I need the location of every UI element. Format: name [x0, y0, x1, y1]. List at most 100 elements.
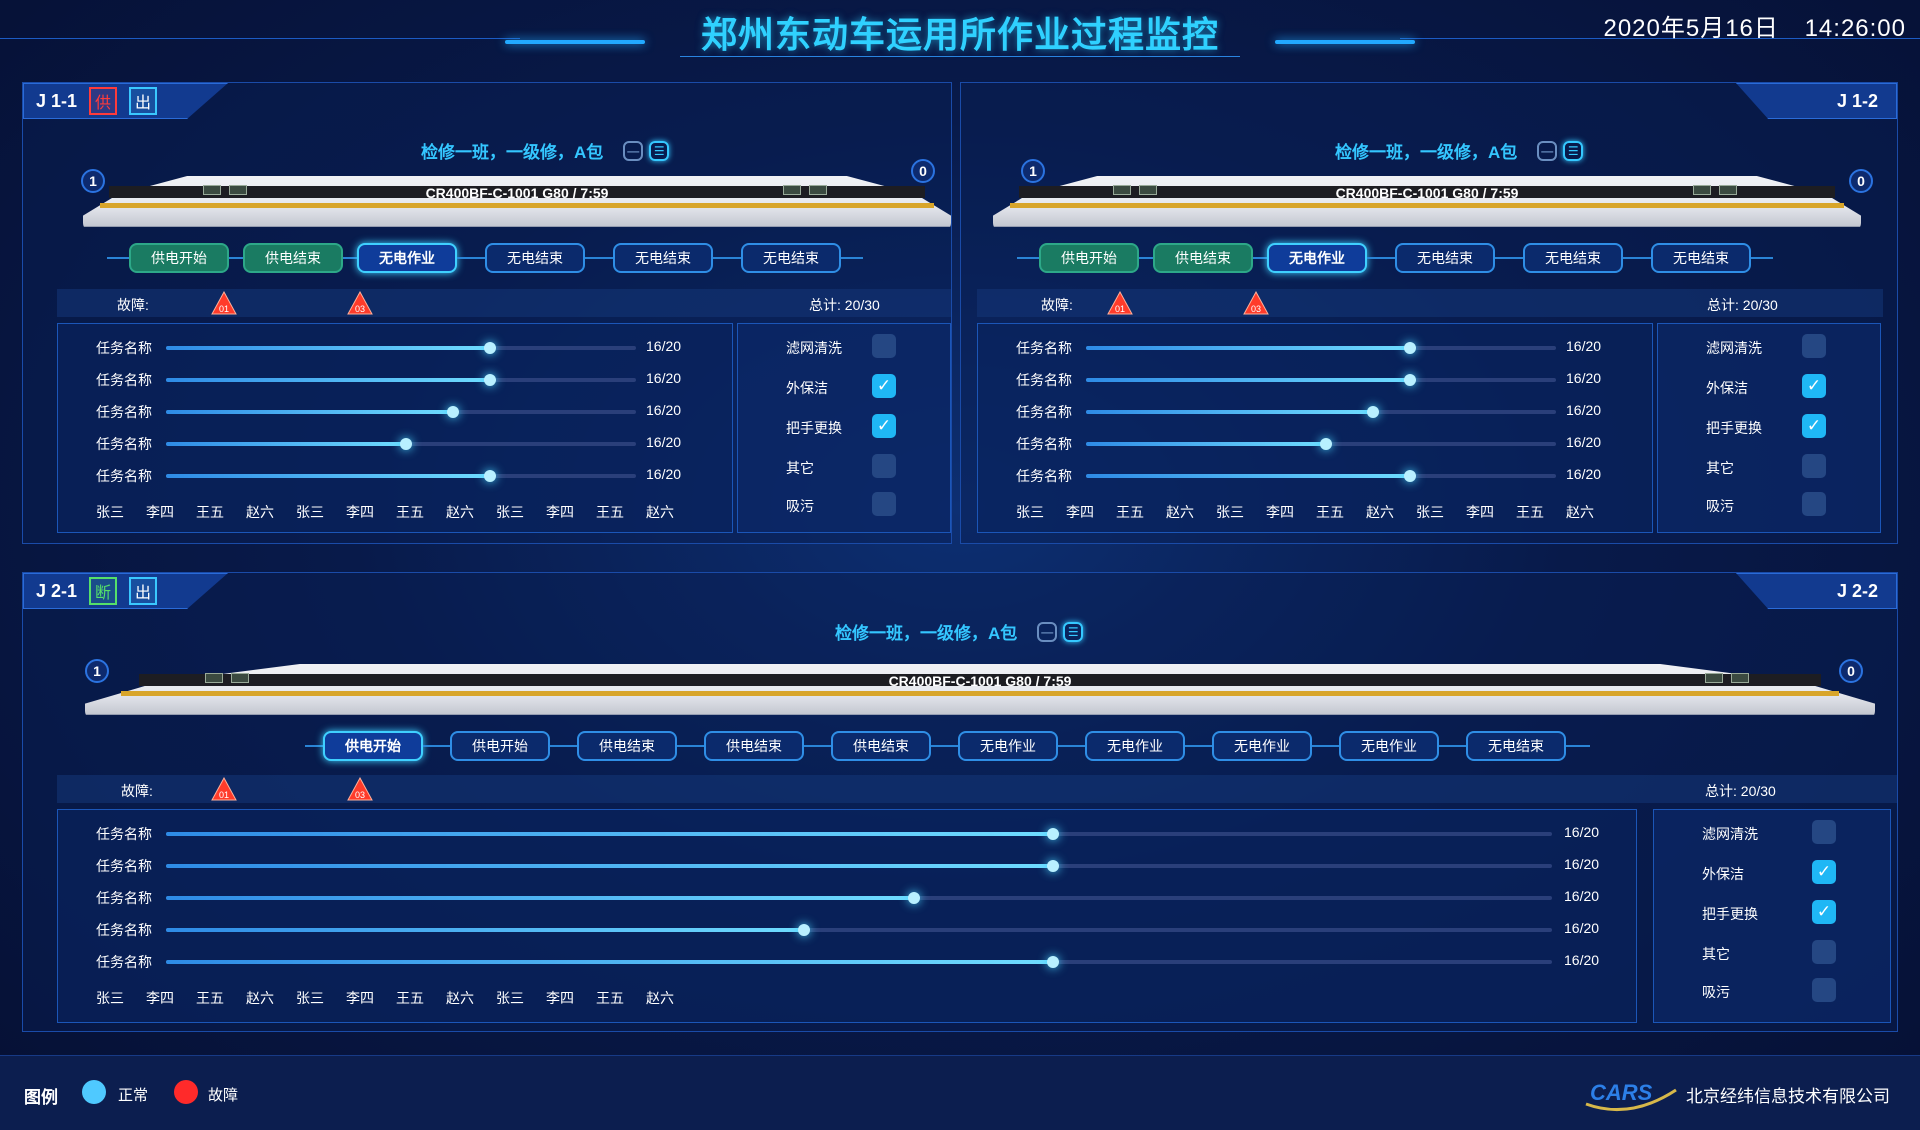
- fault-warning-icon[interactable]: 03: [347, 777, 373, 801]
- step-item[interactable]: 供电开始: [1039, 243, 1139, 273]
- task-name: 任务名称: [1016, 468, 1072, 484]
- task-progress-knob[interactable]: [1404, 374, 1417, 386]
- step-item[interactable]: 无电作业: [1212, 731, 1312, 761]
- checkbox[interactable]: [1812, 978, 1836, 1002]
- crew-toggle-on[interactable]: ☰: [649, 140, 670, 161]
- task-progress-track[interactable]: [166, 438, 636, 450]
- power-supply-tag[interactable]: 供: [89, 87, 118, 115]
- task-progress-track[interactable]: [1086, 342, 1556, 354]
- task-progress-track[interactable]: [166, 828, 1552, 840]
- task-progress-track[interactable]: [166, 470, 636, 482]
- checkbox[interactable]: [1812, 940, 1836, 964]
- step-item[interactable]: 无电作业: [1339, 731, 1439, 761]
- step-item[interactable]: 无电作业: [958, 731, 1058, 761]
- check-row: 滤网清洗: [738, 334, 950, 360]
- train-graphic[interactable]: CR400BF-C-1001 G80 / 7:59: [83, 171, 951, 233]
- task-progress-knob[interactable]: [446, 406, 459, 418]
- checkbox[interactable]: ✓: [1802, 374, 1826, 398]
- step-item[interactable]: 无电结束: [741, 243, 841, 273]
- checkbox[interactable]: [1802, 454, 1826, 478]
- step-item[interactable]: 供电结束: [243, 243, 343, 273]
- checkbox[interactable]: [872, 492, 896, 516]
- task-progress-knob[interactable]: [484, 342, 497, 354]
- step-connector: [1017, 257, 1039, 259]
- checkbox[interactable]: [872, 334, 896, 358]
- task-progress-knob[interactable]: [1047, 956, 1060, 968]
- fault-warning-icon[interactable]: 01: [1107, 291, 1133, 315]
- task-progress-track[interactable]: [166, 860, 1552, 872]
- train-body: [83, 175, 951, 227]
- fault-warning-icon[interactable]: 03: [1243, 291, 1269, 315]
- fault-bar: 故障: 01 03 总计: 20/30: [57, 289, 951, 317]
- checkbox[interactable]: [1802, 492, 1826, 516]
- checkbox[interactable]: ✓: [872, 374, 896, 398]
- checkbox[interactable]: [872, 454, 896, 478]
- step-item-active[interactable]: 供电开始: [323, 731, 423, 761]
- check-label: 把手更换: [1702, 906, 1758, 922]
- task-progress-track[interactable]: [1086, 374, 1556, 386]
- step-item[interactable]: 供电开始: [129, 243, 229, 273]
- task-progress-track[interactable]: [166, 924, 1552, 936]
- exit-tag[interactable]: 出: [129, 87, 158, 115]
- step-item[interactable]: 供电结束: [577, 731, 677, 761]
- step-item[interactable]: 无电结束: [613, 243, 713, 273]
- train-graphic[interactable]: CR400BF-C-1001 G80 / 7:59: [85, 659, 1875, 721]
- checkbox[interactable]: ✓: [872, 414, 896, 438]
- panel-tab-j2-1[interactable]: J 2-1 断 出: [23, 573, 229, 609]
- fault-warning-icon[interactable]: 03: [347, 291, 373, 315]
- step-item[interactable]: 供电结束: [1153, 243, 1253, 273]
- step-item[interactable]: 供电结束: [831, 731, 931, 761]
- task-progress-track[interactable]: [166, 374, 636, 386]
- task-progress-track[interactable]: [166, 342, 636, 354]
- task-progress-knob[interactable]: [908, 892, 921, 904]
- panel-tab-j1-1[interactable]: J 1-1 供 出: [23, 83, 229, 119]
- task-progress-track[interactable]: [166, 956, 1552, 968]
- task-progress-track[interactable]: [1086, 438, 1556, 450]
- step-item[interactable]: 无电结束: [1466, 731, 1566, 761]
- task-progress-knob[interactable]: [1319, 438, 1332, 450]
- crew-toggle-off[interactable]: —: [1037, 621, 1058, 642]
- checkbox[interactable]: ✓: [1802, 414, 1826, 438]
- checklist-block: 滤网清洗 外保洁 ✓ 把手更换 ✓ 其它 吸污: [1653, 809, 1891, 1023]
- task-progress-knob[interactable]: [1366, 406, 1379, 418]
- power-off-tag[interactable]: 断: [89, 577, 118, 605]
- step-item[interactable]: 供电开始: [450, 731, 550, 761]
- fault-code: 03: [1251, 304, 1261, 314]
- train-graphic[interactable]: CR400BF-C-1001 G80 / 7:59: [993, 171, 1861, 233]
- task-progress-knob[interactable]: [1047, 860, 1060, 872]
- task-progress-knob[interactable]: [1047, 828, 1060, 840]
- task-progress-track[interactable]: [166, 892, 1552, 904]
- step-item-active[interactable]: 无电作业: [357, 243, 457, 273]
- step-item[interactable]: 无电结束: [1523, 243, 1623, 273]
- crew-toggle-off[interactable]: —: [1537, 140, 1558, 161]
- task-progress-track[interactable]: [166, 406, 636, 418]
- exit-tag[interactable]: 出: [129, 577, 158, 605]
- panel-tab-j1-2[interactable]: J 1-2: [1735, 83, 1897, 119]
- task-progress-track[interactable]: [1086, 470, 1556, 482]
- crew-toggle-on[interactable]: ☰: [1063, 621, 1084, 642]
- panel-tab-j2-2[interactable]: J 2-2: [1735, 573, 1897, 609]
- check-row: 把手更换 ✓: [1654, 900, 1890, 926]
- crew-toggle-on[interactable]: ☰: [1563, 140, 1584, 161]
- step-item[interactable]: 无电结束: [1395, 243, 1495, 273]
- fault-warning-icon[interactable]: 01: [211, 777, 237, 801]
- step-item-active[interactable]: 无电作业: [1267, 243, 1367, 273]
- check-row: 外保洁 ✓: [1658, 374, 1880, 400]
- task-progress-knob[interactable]: [484, 374, 497, 386]
- step-item[interactable]: 无电作业: [1085, 731, 1185, 761]
- checkbox[interactable]: ✓: [1812, 860, 1836, 884]
- fault-warning-icon[interactable]: 01: [211, 291, 237, 315]
- task-progress-knob[interactable]: [1404, 342, 1417, 354]
- task-progress-track[interactable]: [1086, 406, 1556, 418]
- checkbox[interactable]: [1812, 820, 1836, 844]
- step-item[interactable]: 无电结束: [485, 243, 585, 273]
- task-progress-knob[interactable]: [797, 924, 810, 936]
- step-item[interactable]: 供电结束: [704, 731, 804, 761]
- checkbox[interactable]: [1802, 334, 1826, 358]
- step-item[interactable]: 无电结束: [1651, 243, 1751, 273]
- crew-toggle-off[interactable]: —: [623, 140, 644, 161]
- checkbox[interactable]: ✓: [1812, 900, 1836, 924]
- task-progress-knob[interactable]: [1404, 470, 1417, 482]
- task-progress-knob[interactable]: [399, 438, 412, 450]
- task-progress-knob[interactable]: [484, 470, 497, 482]
